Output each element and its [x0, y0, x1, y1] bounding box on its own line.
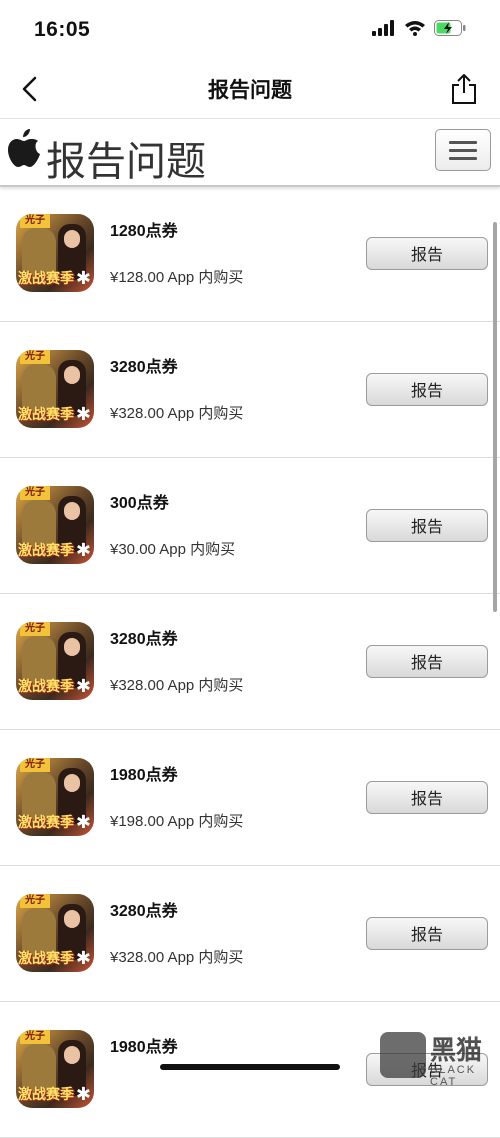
app-icon: 光子 激战赛季 ✱ — [16, 1030, 94, 1108]
report-button[interactable]: 报告 — [366, 645, 488, 678]
icon-face — [64, 366, 80, 384]
star-icon: ✱ — [75, 948, 91, 968]
icon-face — [64, 502, 80, 520]
list-item: 光子 激战赛季 ✱ 3280点券 ¥328.00 App 内购买 报告 — [0, 322, 500, 458]
apple-logo-icon — [8, 129, 40, 167]
list-item: 光子 激战赛季 ✱ 1280点券 ¥128.00 App 内购买 报告 — [0, 186, 500, 322]
star-icon: ✱ — [75, 676, 91, 696]
status-time: 16:05 — [34, 18, 91, 41]
hamburger-menu-icon — [449, 141, 477, 144]
watermark: 黑猫 BLACK CAT — [378, 1028, 500, 1088]
purchase-list: 光子 激战赛季 ✱ 1280点券 ¥128.00 App 内购买 报告 光子 激… — [0, 186, 500, 1138]
share-icon[interactable] — [448, 72, 480, 106]
icon-face — [64, 1046, 80, 1064]
site-header: 报告问题 — [0, 119, 500, 187]
hamburger-line — [449, 157, 477, 160]
report-button[interactable]: 报告 — [366, 373, 488, 406]
icon-face — [64, 230, 80, 248]
hamburger-menu-button[interactable] — [435, 129, 491, 171]
item-name: 1980点券 — [110, 767, 178, 784]
icon-banner: 光子 — [20, 894, 50, 908]
star-icon: ✱ — [75, 268, 91, 288]
report-button[interactable]: 报告 — [366, 509, 488, 542]
report-button[interactable]: 报告 — [366, 237, 488, 270]
app-icon: 光子 激战赛季 ✱ — [16, 486, 94, 564]
icon-face — [64, 774, 80, 792]
icon-face — [64, 638, 80, 656]
scrollbar[interactable] — [493, 222, 497, 612]
status-icons — [372, 20, 466, 36]
icon-text: 激战赛季 — [18, 679, 74, 695]
item-name: 1280点券 — [110, 223, 178, 240]
icon-text: 激战赛季 — [18, 271, 74, 287]
signal-icon — [372, 20, 394, 36]
battery-charging-icon — [434, 20, 466, 36]
watermark-subtext: BLACK CAT — [430, 1064, 477, 1088]
item-price: ¥328.00 App 内购买 — [110, 677, 244, 694]
icon-banner: 光子 — [20, 1030, 50, 1044]
icon-text: 激战赛季 — [18, 1087, 74, 1103]
site-title: 报告问题 — [46, 140, 206, 184]
app-icon: 光子 激战赛季 ✱ — [16, 894, 94, 972]
icon-text: 激战赛季 — [18, 951, 74, 967]
star-icon: ✱ — [75, 404, 91, 424]
star-icon: ✱ — [75, 540, 91, 560]
star-icon: ✱ — [75, 812, 91, 832]
wifi-icon — [405, 21, 425, 36]
app-icon: 光子 激战赛季 ✱ — [16, 214, 94, 292]
icon-banner: 光子 — [20, 622, 50, 636]
hamburger-line — [449, 149, 477, 152]
app-icon: 光子 激战赛季 ✱ — [16, 758, 94, 836]
item-price: ¥328.00 App 内购买 — [110, 949, 244, 966]
item-name: 300点券 — [110, 495, 169, 512]
item-name: 3280点券 — [110, 631, 178, 648]
status-bar: 16:05 — [0, 0, 500, 60]
report-button[interactable]: 报告 — [366, 781, 488, 814]
icon-text: 激战赛季 — [18, 407, 74, 423]
app-icon: 光子 激战赛季 ✱ — [16, 350, 94, 428]
item-name: 3280点券 — [110, 903, 178, 920]
icon-face — [64, 910, 80, 928]
list-item: 光子 激战赛季 ✱ 3280点券 ¥328.00 App 内购买 报告 — [0, 594, 500, 730]
report-button[interactable]: 报告 — [366, 917, 488, 950]
list-item: 光子 激战赛季 ✱ 1980点券 ¥198.00 App 内购买 报告 — [0, 730, 500, 866]
icon-banner: 光子 — [20, 758, 50, 772]
home-indicator[interactable] — [160, 1064, 340, 1070]
item-price: ¥198.00 App 内购买 — [110, 813, 244, 830]
icon-text: 激战赛季 — [18, 543, 74, 559]
icon-text: 激战赛季 — [18, 815, 74, 831]
item-price: ¥328.00 App 内购买 — [110, 405, 244, 422]
item-name: 1980点券 — [110, 1039, 178, 1056]
star-icon: ✱ — [75, 1084, 91, 1104]
item-price: ¥30.00 App 内购买 — [110, 541, 236, 558]
list-item: 光子 激战赛季 ✱ 300点券 ¥30.00 App 内购买 报告 — [0, 458, 500, 594]
icon-banner: 光子 — [20, 486, 50, 500]
item-price: ¥128.00 App 内购买 — [110, 269, 244, 286]
icon-banner: 光子 — [20, 350, 50, 364]
app-icon: 光子 激战赛季 ✱ — [16, 622, 94, 700]
cat-logo-icon — [380, 1032, 426, 1078]
icon-banner: 光子 — [20, 214, 50, 228]
nav-title: 报告问题 — [208, 79, 292, 102]
item-name: 3280点券 — [110, 359, 178, 376]
nav-bar: 报告问题 — [0, 60, 500, 119]
list-item: 光子 激战赛季 ✱ 3280点券 ¥328.00 App 内购买 报告 — [0, 866, 500, 1002]
watermark-text: 黑猫 — [430, 1036, 483, 1066]
